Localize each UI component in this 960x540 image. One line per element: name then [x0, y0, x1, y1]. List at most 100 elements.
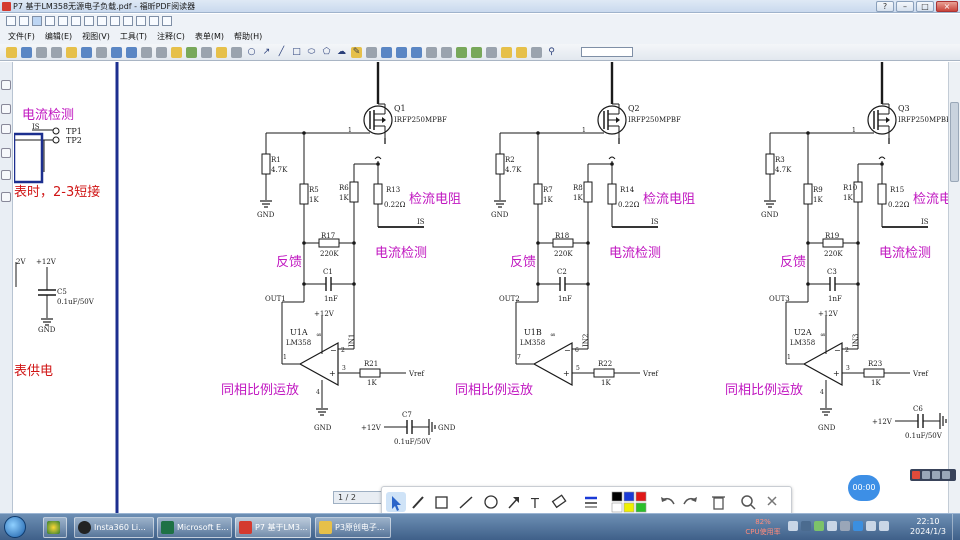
bookmarks-icon[interactable] [1, 80, 11, 90]
view-mode-icon[interactable] [162, 16, 172, 26]
zoom-out-icon[interactable] [126, 47, 137, 58]
email-icon[interactable] [51, 47, 62, 58]
view-mode-icon[interactable] [6, 16, 16, 26]
taskbar-app-explorer[interactable]: P3原创电子... [315, 517, 391, 538]
menu-edit[interactable]: 编辑(E) [45, 30, 72, 44]
stamp-icon[interactable] [216, 47, 227, 58]
signatures-icon[interactable] [1, 192, 11, 202]
tray-icon[interactable] [853, 521, 863, 531]
delete-icon[interactable] [712, 496, 725, 510]
taskbar-app-excel[interactable]: Microsoft E... [157, 517, 232, 538]
view-mode-icon[interactable] [136, 16, 146, 26]
recording-timer[interactable]: 00:00 [848, 475, 880, 501]
fit-page-icon[interactable] [141, 47, 152, 58]
menu-view[interactable]: 视图(V) [82, 30, 110, 44]
thumbnail-icon[interactable] [516, 47, 527, 58]
arrow-tool-icon[interactable]: ↗ [261, 47, 272, 58]
hand-tool-icon[interactable] [66, 47, 77, 58]
view-mode-icon[interactable] [45, 16, 55, 26]
distance-tool-icon[interactable] [381, 47, 392, 58]
pen-icon[interactable] [412, 496, 424, 509]
search-icon[interactable]: ⚲ [546, 47, 557, 58]
view-mode-icon[interactable] [58, 16, 68, 26]
tray-icon[interactable] [814, 521, 824, 531]
pages-icon[interactable] [1, 104, 11, 114]
minimize-button[interactable]: – [896, 1, 914, 12]
ellipse-tool-icon[interactable]: ⬭ [306, 47, 317, 58]
redo-icon[interactable] [683, 497, 697, 505]
snapshot-icon[interactable] [96, 47, 107, 58]
eraser-icon[interactable] [551, 494, 567, 509]
tray-icon[interactable] [801, 521, 811, 531]
tray-icon[interactable] [788, 521, 798, 531]
taskbar-app-pdf[interactable]: P7 基于LM3... [235, 517, 311, 538]
circle-icon[interactable] [484, 495, 498, 509]
find-input[interactable] [581, 47, 633, 57]
view-mode-icon[interactable] [123, 16, 133, 26]
next-page-icon[interactable] [456, 47, 467, 58]
layers-icon[interactable] [1, 124, 11, 134]
select-arrow-icon[interactable] [392, 496, 401, 511]
taskbar-app-insta360[interactable]: Insta360 Li... [74, 517, 154, 538]
view-mode-icon[interactable] [32, 16, 42, 26]
text-icon[interactable]: T [530, 497, 539, 512]
first-page-icon[interactable] [426, 47, 437, 58]
view-mode-icon[interactable] [71, 16, 81, 26]
open-folder-icon[interactable] [6, 47, 17, 58]
eraser-icon[interactable] [366, 47, 377, 58]
note-icon[interactable] [171, 47, 182, 58]
arrow-icon[interactable] [508, 497, 519, 509]
perimeter-tool-icon[interactable] [396, 47, 407, 58]
menu-tools[interactable]: 工具(T) [120, 30, 147, 44]
area-tool-icon[interactable] [411, 47, 422, 58]
color-palette[interactable] [611, 491, 647, 513]
view-mode-icon[interactable] [110, 16, 120, 26]
select-text-icon[interactable] [81, 47, 92, 58]
pencil-icon[interactable]: ✎ [351, 47, 362, 58]
save-icon[interactable] [21, 47, 32, 58]
menu-help[interactable]: 帮助(H) [234, 30, 262, 44]
cloud-tool-icon[interactable]: ☁ [336, 47, 347, 58]
view-mode-icon[interactable] [149, 16, 159, 26]
view-mode-icon[interactable] [84, 16, 94, 26]
start-button[interactable] [4, 516, 26, 538]
highlight-icon[interactable] [186, 47, 197, 58]
volume-icon[interactable] [879, 521, 889, 531]
rectangle-icon[interactable] [435, 496, 448, 509]
tray-icon[interactable] [827, 521, 837, 531]
line-tool-icon[interactable]: ╱ [276, 47, 287, 58]
last-page-icon[interactable] [471, 47, 482, 58]
attachments-icon[interactable] [1, 170, 11, 180]
menu-form[interactable]: 表单(M) [195, 30, 224, 44]
line-width-icon[interactable] [585, 496, 597, 508]
taskbar-pinned-browser[interactable] [43, 517, 67, 538]
mini-widget[interactable] [910, 469, 956, 481]
zoom-in-icon[interactable] [111, 47, 122, 58]
print-icon[interactable] [36, 47, 47, 58]
help-button[interactable]: ? [876, 1, 894, 12]
vertical-scrollbar[interactable] [948, 62, 960, 513]
comments-icon[interactable] [1, 148, 11, 158]
back-icon[interactable] [486, 47, 497, 58]
home-icon[interactable] [531, 47, 542, 58]
clock[interactable]: 22:10 2024/1/3 [908, 517, 948, 537]
undo-icon[interactable] [661, 497, 675, 505]
rectangle-tool-icon[interactable]: □ [291, 47, 302, 58]
scroll-thumb[interactable] [950, 102, 959, 182]
view-mode-icon[interactable] [97, 16, 107, 26]
menu-file[interactable]: 文件(F) [8, 30, 35, 44]
circle-tool-icon[interactable]: ○ [246, 47, 257, 58]
show-desktop-button[interactable] [952, 514, 960, 540]
view-mode-icon[interactable] [19, 16, 29, 26]
search-icon[interactable] [741, 495, 756, 510]
typewriter-icon[interactable] [201, 47, 212, 58]
prev-page-icon[interactable] [441, 47, 452, 58]
attach-icon[interactable] [231, 47, 242, 58]
tray-icon[interactable] [840, 521, 850, 531]
menu-comment[interactable]: 注释(C) [157, 30, 185, 44]
bookmark-icon[interactable] [501, 47, 512, 58]
close-button[interactable]: × [936, 1, 958, 12]
fit-width-icon[interactable] [156, 47, 167, 58]
network-icon[interactable] [866, 521, 876, 531]
close-icon[interactable] [767, 496, 777, 506]
